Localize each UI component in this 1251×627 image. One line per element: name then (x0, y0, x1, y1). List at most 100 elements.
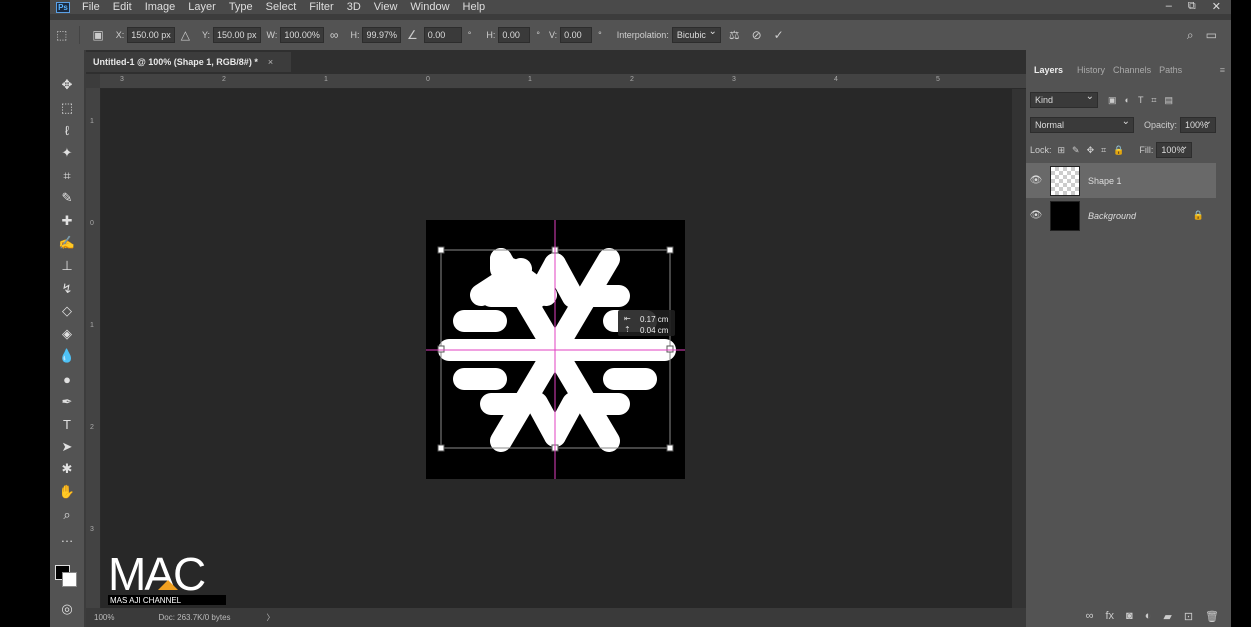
tab-paths[interactable]: Paths (1159, 65, 1182, 75)
visibility-eye-icon[interactable]: 👁 (1026, 175, 1046, 186)
brush-tool-icon[interactable]: ✍ (50, 232, 84, 255)
marquee-tool-icon[interactable]: ⬚ (50, 97, 84, 120)
eyedropper-icon[interactable]: ✎ (50, 187, 84, 210)
menu-type[interactable]: Type (229, 1, 253, 13)
blur-tool-icon[interactable]: 💧 (50, 345, 84, 368)
panel-menu-icon[interactable]: ≡ (1220, 65, 1225, 75)
menu-filter[interactable]: Filter (309, 1, 333, 13)
tab-layers[interactable]: Layers (1034, 65, 1064, 75)
y-field[interactable]: 150.00 px (213, 27, 261, 43)
interpolation-select[interactable]: Bicubic (671, 25, 721, 43)
ruler-label: 3 (120, 76, 124, 83)
ruler-label: 5 (936, 76, 940, 83)
menu-bar: Ps File Edit Image Layer Type Select Fil… (50, 0, 1231, 14)
delete-layer-icon[interactable]: 🗑 (1205, 610, 1219, 623)
vskew-label: V: (549, 30, 558, 40)
background-color[interactable] (62, 572, 77, 587)
opacity-field[interactable]: 100% (1180, 115, 1217, 133)
add-mask-icon[interactable]: ◙ (1126, 610, 1133, 622)
hand-tool-icon[interactable]: ✋ (50, 481, 84, 504)
more-tools-icon[interactable]: … (50, 526, 84, 549)
menu-layer[interactable]: Layer (188, 1, 216, 13)
width-field[interactable]: 100.00% (280, 27, 324, 43)
hskew-field[interactable]: 0.00 (498, 27, 531, 43)
menu-window[interactable]: Window (410, 1, 449, 13)
tab-history[interactable]: History (1077, 65, 1105, 75)
menu-select[interactable]: Select (266, 1, 297, 13)
pen-tool-icon[interactable]: ✒ (50, 390, 84, 413)
transform-tool-icon[interactable]: ⬚ (56, 28, 67, 42)
angle-field[interactable]: 0.00 (423, 27, 462, 43)
cancel-icon[interactable]: ⊘ (752, 28, 762, 42)
layers-panel-group: Layers History Channels Paths ≡ Kind ▣◐T… (1026, 50, 1231, 627)
menu-image[interactable]: Image (145, 1, 176, 13)
document-tab[interactable]: Untitled-1 @ 100% (Shape 1, RGB/8#) * × (86, 52, 291, 72)
new-layer-icon[interactable]: ⊡ (1184, 610, 1193, 623)
eraser-icon[interactable]: ◇ (50, 300, 84, 323)
layer-background[interactable]: 👁 Background 🔒 (1026, 198, 1216, 233)
lock-icons[interactable]: ⊞✎✥⌗🔒 (1058, 145, 1132, 156)
history-brush-icon[interactable]: ↯ (50, 277, 84, 300)
menu-view[interactable]: View (374, 1, 398, 13)
crop-tool-icon[interactable]: ⌗ (50, 164, 84, 187)
height-field[interactable]: 99.97% (362, 27, 402, 43)
vertical-ruler[interactable]: 1 0 1 2 3 (86, 88, 101, 608)
close-button[interactable]: ✕ (1212, 0, 1221, 13)
tools-panel: ✥ ⬚ ℓ ✦ ⌗ ✎ ✚ ✍ ⊥ ↯ ◇ ◈ 💧 ● ✒ T ➤ ✱ ✋ ⌕ … (50, 50, 84, 627)
readout-x: 0.17 cm (640, 315, 669, 324)
tab-channels[interactable]: Channels (1113, 65, 1151, 75)
filter-icons[interactable]: ▣◐T⌗▤ (1108, 95, 1181, 106)
visibility-eye-icon[interactable]: 👁 (1026, 210, 1046, 221)
paint-bucket-icon[interactable]: ◈ (50, 323, 84, 346)
adjustment-layer-icon[interactable]: ◐ (1145, 610, 1152, 622)
layer-style-icon[interactable]: fx (1105, 610, 1114, 622)
document-canvas[interactable]: ⇤ ⇡ 0.17 cm 0.04 cm (101, 89, 1026, 608)
link-layers-icon[interactable]: ∞ (1086, 610, 1094, 622)
menu-edit[interactable]: Edit (113, 1, 132, 13)
x-field[interactable]: 150.00 px (127, 27, 175, 43)
canvas-area[interactable]: ⇤ ⇡ 0.17 cm 0.04 cm (101, 89, 1026, 608)
commit-icon[interactable]: ✓ (774, 28, 784, 42)
blend-mode-select[interactable]: Normal (1030, 115, 1134, 133)
shape-tool-icon[interactable]: ✱ (50, 458, 84, 481)
quick-mask-icon[interactable]: ◎ (50, 598, 84, 621)
link-icon[interactable]: ∞ (330, 28, 339, 42)
healing-brush-icon[interactable]: ✚ (50, 210, 84, 233)
menu-3d[interactable]: 3D (347, 1, 361, 13)
dodge-tool-icon[interactable]: ● (50, 368, 84, 391)
path-selection-icon[interactable]: ➤ (50, 436, 84, 459)
warp-icon[interactable]: ⚖ (729, 28, 740, 42)
interpolation-label: Interpolation: (616, 30, 669, 40)
move-tool-icon[interactable]: ✥ (50, 74, 84, 97)
type-tool-icon[interactable]: T (50, 413, 84, 436)
fill-field[interactable]: 100% (1156, 140, 1193, 158)
app-logo: Ps (56, 1, 70, 13)
search-icon[interactable]: ⌕ (1187, 28, 1194, 43)
zoom-tool-icon[interactable]: ⌕ (50, 503, 84, 526)
layer-shape-1[interactable]: 👁 Shape 1 (1026, 163, 1216, 198)
restore-button[interactable]: ⧉ (1188, 0, 1196, 13)
fill-label: Fill: (1139, 145, 1154, 155)
menu-file[interactable]: File (82, 1, 100, 13)
blend-row: Normal Opacity: 100% (1030, 115, 1217, 133)
vskew-field[interactable]: 0.00 (560, 27, 593, 43)
color-swatches[interactable] (55, 565, 81, 591)
lasso-tool-icon[interactable]: ℓ (50, 119, 84, 142)
status-menu-arrow[interactable]: 〉 (267, 612, 275, 623)
menu-help[interactable]: Help (463, 1, 486, 13)
reference-point-icon[interactable]: ▣ (92, 28, 103, 42)
workspace-icon[interactable]: ▭ (1206, 28, 1217, 42)
clone-stamp-icon[interactable]: ⊥ (50, 255, 84, 278)
vertical-scrollbar[interactable] (1012, 89, 1026, 608)
minimize-button[interactable]: – (1166, 0, 1172, 13)
delta-icon[interactable]: △ (181, 28, 190, 42)
horizontal-ruler[interactable]: 3 2 1 0 1 2 3 4 5 (100, 74, 1026, 89)
kind-filter-select[interactable]: Kind (1030, 90, 1098, 108)
readout-y: 0.04 cm (640, 326, 669, 335)
close-tab-icon[interactable]: × (268, 57, 273, 67)
magic-wand-icon[interactable]: ✦ (50, 142, 84, 165)
filter-row: Kind ▣◐T⌗▤ (1030, 90, 1181, 108)
zoom-level[interactable]: 100% (94, 613, 114, 622)
new-group-icon[interactable]: ▰ (1163, 610, 1171, 623)
ruler-label: 3 (732, 76, 736, 83)
